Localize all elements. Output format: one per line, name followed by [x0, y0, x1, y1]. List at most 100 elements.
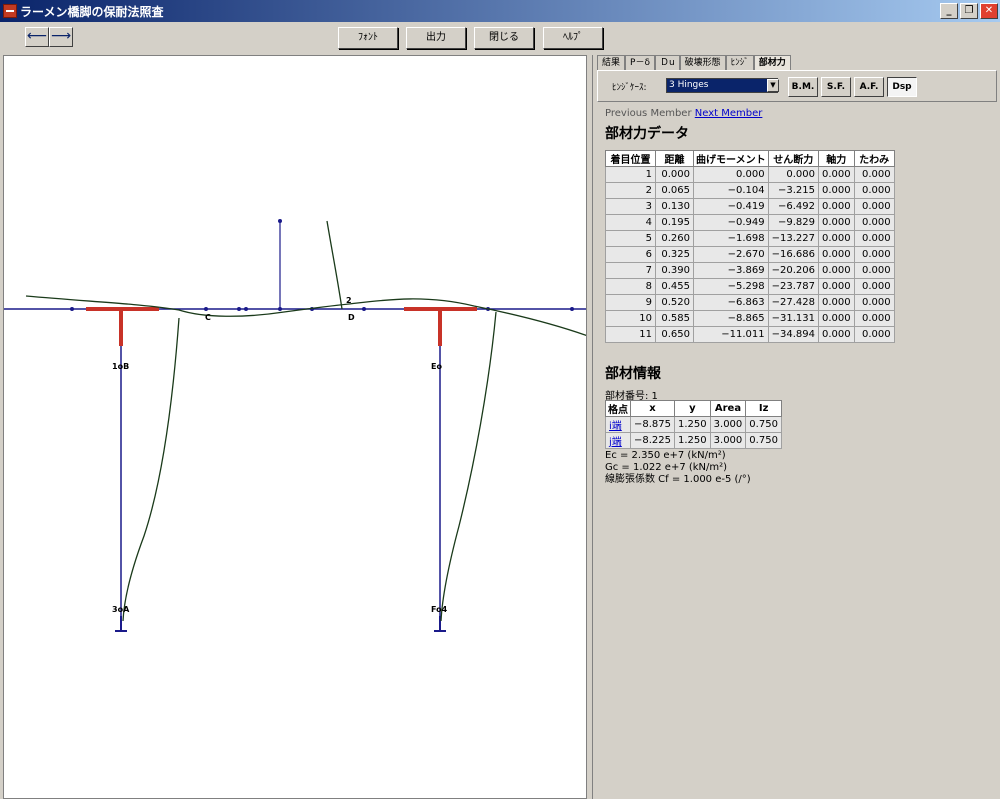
member-nodes-table: 格点 x y Area Iz i端 −8.875 1.250 3.000 0.750 j端 −8.2… — [605, 400, 782, 449]
table-cell: 8 — [605, 278, 656, 295]
axial-force-button[interactable]: A.F. — [854, 77, 884, 97]
table-cell: 3.000 — [709, 432, 747, 449]
tab-failure-mode[interactable]: 破壊形態 — [679, 55, 726, 70]
tab-hinge[interactable]: ﾋﾝｼﾞ — [725, 55, 754, 70]
hinge-case-label: ﾋﾝｼﾞｹｰｽ: — [612, 83, 647, 93]
table-cell: 0.000 — [853, 294, 895, 311]
nodes-header-cell: x — [629, 400, 676, 417]
restore-button[interactable]: ❐ — [960, 3, 978, 19]
beam-node — [204, 307, 208, 311]
table-cell: −3.215 — [767, 182, 819, 199]
minimize-button[interactable]: _ — [940, 3, 958, 19]
results-panel: 結果 P－δ Ｄu 破壊形態 ﾋﾝｼﾞ 部材力 ﾋﾝｼﾞｹｰｽ: 3 Hinge… — [592, 55, 1000, 799]
table-cell: −8.865 — [693, 310, 769, 327]
table-cell: 0.000 — [853, 262, 895, 279]
help-button[interactable]: ﾍﾙﾌﾟ — [543, 27, 603, 49]
window-title: ラーメン橋脚の保耐法照査 — [20, 4, 164, 19]
material-properties: Ec = 2.350 e+7 (kN/m²) Gc = 1.022 e+7 (k… — [605, 450, 751, 486]
table-cell: −20.206 — [767, 262, 819, 279]
table-cell: 5 — [605, 230, 656, 247]
table-cell: −0.949 — [693, 214, 769, 231]
table-cell: 7 — [605, 262, 656, 279]
tab-results[interactable]: 結果 — [597, 55, 626, 70]
table-cell: 0.000 — [817, 326, 855, 343]
hinge-controls: ﾋﾝｼﾞｹｰｽ: 3 Hinges ▼ B.M. S.F. A.F. Dsp — [597, 70, 997, 102]
label-node-d: D — [348, 313, 355, 322]
table-cell: 0.000 — [853, 182, 895, 199]
tab-p-delta[interactable]: P－δ — [625, 55, 655, 70]
table-cell: 2 — [605, 182, 656, 199]
table-cell: 0.000 — [853, 230, 895, 247]
back-arrow-icon[interactable]: ⟵ — [25, 27, 49, 47]
forces-header-cell: 距離 — [655, 150, 694, 167]
close-window-button[interactable]: ✕ — [980, 3, 998, 19]
table-row: 1 0.000 0.000 0.000 0.000 0.000 — [605, 166, 895, 183]
chevron-down-icon[interactable]: ▼ — [767, 79, 779, 92]
table-row: 2 0.065 −0.104 −3.215 0.000 0.000 — [605, 182, 895, 199]
table-row: 10 0.585 −8.865 −31.131 0.000 0.000 — [605, 310, 895, 327]
elastic-modulus: Ec = 2.350 e+7 (kN/m²) — [605, 450, 726, 461]
table-cell: −11.011 — [693, 326, 769, 343]
table-cell: −0.104 — [693, 182, 769, 199]
output-button[interactable]: 出力 — [406, 27, 466, 49]
hinge-case-select[interactable]: 3 Hinges — [666, 78, 778, 93]
forces-header-cell: たわみ — [853, 150, 895, 167]
next-member-link[interactable]: Next Member — [695, 108, 763, 119]
label-node-e: Eo — [431, 362, 442, 371]
close-button[interactable]: 閉じる — [474, 27, 534, 49]
table-cell: −13.227 — [767, 230, 819, 247]
table-cell: 0.000 — [817, 198, 855, 215]
table-cell: 0.000 — [817, 166, 855, 183]
bending-moment-button[interactable]: B.M. — [788, 77, 818, 97]
table-cell: 0.000 — [817, 230, 855, 247]
table-cell: 1.250 — [674, 432, 711, 449]
table-cell: 0.000 — [767, 166, 819, 183]
table-cell: 0.000 — [817, 294, 855, 311]
beam-node — [570, 307, 574, 311]
table-row: 9 0.520 −6.863 −27.428 0.000 0.000 — [605, 294, 895, 311]
table-cell: 0.000 — [817, 182, 855, 199]
table-cell: 0.000 — [817, 262, 855, 279]
table-cell: −23.787 — [767, 278, 819, 295]
forces-header-cell: 着目位置 — [605, 150, 656, 167]
frame-diagram-canvas[interactable]: 1oB 3oA Eo Fo4 C D 2 — [3, 55, 587, 799]
label-node-f: Fo4 — [431, 605, 448, 614]
table-cell: −16.686 — [767, 246, 819, 263]
nodes-header-cell: y — [674, 400, 711, 417]
table-cell: 0.000 — [693, 166, 769, 183]
node-link[interactable]: i端 — [605, 416, 631, 433]
nodes-header-cell: Area — [709, 400, 747, 417]
table-cell: 3.000 — [709, 416, 747, 433]
table-cell: −1.698 — [693, 230, 769, 247]
tab-du[interactable]: Ｄu — [654, 55, 680, 70]
table-cell: 0.000 — [655, 166, 694, 183]
node-link[interactable]: j端 — [605, 432, 631, 449]
table-cell: −6.863 — [693, 294, 769, 311]
table-cell: 0.000 — [853, 214, 895, 231]
nodes-header-cell: 格点 — [605, 400, 631, 417]
previous-member-link[interactable]: Previous Member — [605, 108, 692, 119]
table-cell: 0.000 — [853, 278, 895, 295]
thermal-expansion: 線膨張係数 Cf = 1.000 e-5 (/°) — [605, 474, 751, 485]
nodes-header-cell: Iz — [745, 400, 782, 417]
shear-modulus: Gc = 1.022 e+7 (kN/m²) — [605, 462, 728, 473]
font-button[interactable]: ﾌｫﾝﾄ — [338, 27, 398, 49]
beam-node — [237, 307, 241, 311]
table-cell: 0.000 — [817, 214, 855, 231]
label-node-1b: 1oB — [112, 362, 129, 371]
displacement-button[interactable]: Dsp — [887, 77, 917, 97]
forward-arrow-icon[interactable]: ⟶ — [49, 27, 73, 47]
table-cell: 0.520 — [655, 294, 694, 311]
forces-header-cell: 軸力 — [817, 150, 855, 167]
table-cell: 0.000 — [853, 326, 895, 343]
table-cell: 0.750 — [745, 432, 782, 449]
tab-member-forces[interactable]: 部材力 — [753, 55, 791, 70]
member-forces-table: 着目位置 距離 曲げモーメント せん断力 軸力 たわみ 1 0.000 0.000 0.000 0… — [605, 150, 895, 343]
table-cell: 0.650 — [655, 326, 694, 343]
table-cell: 0.000 — [817, 278, 855, 295]
table-cell: −3.869 — [693, 262, 769, 279]
table-cell: 0.585 — [655, 310, 694, 327]
toolbar: ⟵ ⟶ ﾌｫﾝﾄ 出力 閉じる ﾍﾙﾌﾟ — [0, 22, 1000, 54]
shear-force-button[interactable]: S.F. — [821, 77, 851, 97]
label-node-3a: 3oA — [112, 605, 130, 614]
